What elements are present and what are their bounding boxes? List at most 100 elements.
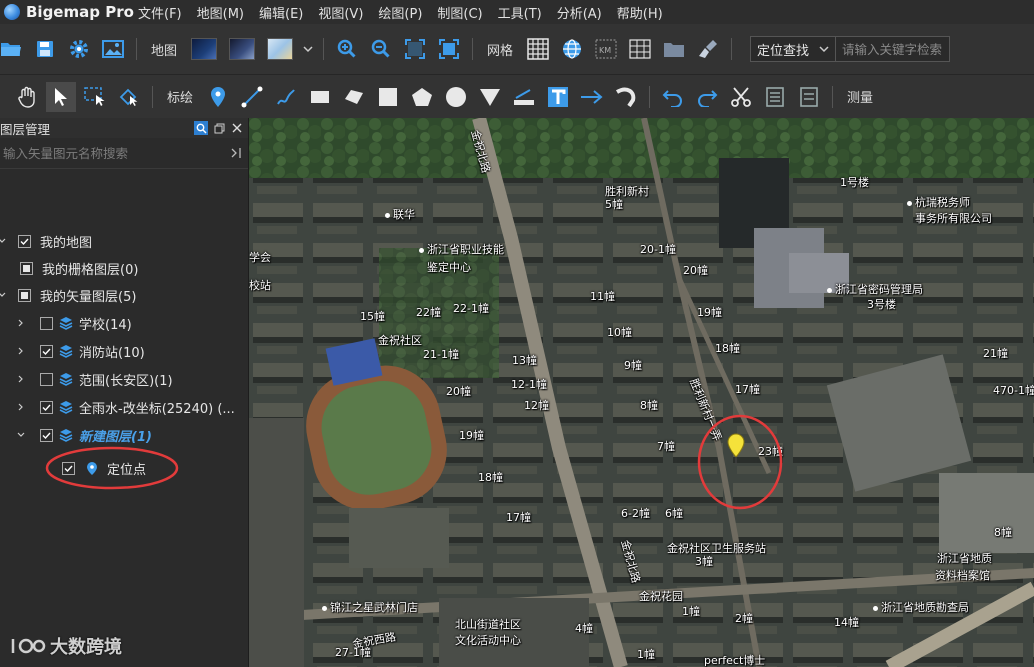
tree-node-schools[interactable]: 学校(14) xyxy=(0,312,248,334)
expand-chevron-right-icon[interactable] xyxy=(16,374,26,384)
globe-grid-icon[interactable] xyxy=(557,34,587,64)
map-label: 浙江省职业技能 xyxy=(419,241,504,257)
collapse-panel-icon[interactable] xyxy=(230,147,242,159)
draw-line-icon[interactable] xyxy=(237,82,267,112)
clear-brush-icon[interactable] xyxy=(693,34,723,64)
undo-icon[interactable] xyxy=(658,82,688,112)
cut-scissors-icon[interactable] xyxy=(726,82,756,112)
map-label: 6幢 xyxy=(665,507,683,520)
map-label: 20-1幢 xyxy=(640,243,676,256)
menu-draw[interactable]: 绘图(P) xyxy=(378,3,422,22)
map-canvas[interactable]: 金祝北路 胜利新村 5幢 1号楼 杭瑞税务师 事务所有限公司 联华 浙江省职业技… xyxy=(249,118,1034,667)
panel-float-icon[interactable] xyxy=(212,121,226,135)
layer-stack-icon xyxy=(59,429,73,442)
map-label: 17幢 xyxy=(506,511,531,524)
layer-checkbox[interactable] xyxy=(40,316,53,330)
map-thumbnail-satellite-2[interactable] xyxy=(229,38,256,60)
copy-attributes-icon[interactable] xyxy=(760,82,790,112)
save-icon[interactable] xyxy=(30,34,60,64)
expand-chevron-icon[interactable] xyxy=(0,290,7,300)
layer-panel-title: 图层管理 xyxy=(0,121,51,137)
tree-node-raster-layers[interactable]: 我的栅格图层(0) xyxy=(0,257,248,279)
tree-node-label: 全雨水-改坐标(25240) (... xyxy=(79,401,235,417)
map-thumbnail-satellite-1[interactable] xyxy=(191,38,218,60)
search-input[interactable] xyxy=(836,36,951,62)
menu-cartography[interactable]: 制图(C) xyxy=(437,3,482,22)
draw-rectangle-icon[interactable] xyxy=(305,82,335,112)
expand-chevron-right-icon[interactable] xyxy=(16,318,26,328)
folder-grid-icon[interactable] xyxy=(659,34,689,64)
expand-chevron-right-icon[interactable] xyxy=(16,402,26,412)
map-thumbnail-street[interactable] xyxy=(267,38,294,60)
tree-node-rainwater[interactable]: 全雨水-改坐标(25240) (... xyxy=(0,396,248,418)
panel-close-icon[interactable] xyxy=(230,121,244,135)
draw-polygon-icon[interactable] xyxy=(339,82,369,112)
tree-node-range[interactable]: 范围(长安区)(1) xyxy=(0,368,248,390)
tree-node-fire-stations[interactable]: 消防站(10) xyxy=(0,340,248,362)
layer-checkbox[interactable] xyxy=(18,288,31,302)
toolbar-separator xyxy=(832,85,834,108)
menu-help[interactable]: 帮助(H) xyxy=(617,3,663,22)
km-grid-icon[interactable]: KM xyxy=(591,34,621,64)
draw-arrow-icon[interactable] xyxy=(577,82,607,112)
map-label: 21幢 xyxy=(983,347,1008,360)
panel-search-icon[interactable] xyxy=(194,121,208,135)
draw-freehand-line-icon[interactable] xyxy=(271,82,301,112)
tree-node-label: 我的地图 xyxy=(40,235,93,251)
layer-checkbox[interactable] xyxy=(20,261,33,275)
layer-search-bar xyxy=(0,138,248,169)
map-label: 校站 xyxy=(249,279,271,292)
grid-icon[interactable] xyxy=(523,34,553,64)
mapsheet-grid-icon[interactable] xyxy=(625,34,655,64)
redo-icon[interactable] xyxy=(692,82,722,112)
menu-map[interactable]: 地图(M) xyxy=(197,3,244,22)
zoom-out-icon[interactable] xyxy=(366,34,396,64)
draw-curve-arrow-icon[interactable] xyxy=(611,82,641,112)
tree-node-label: 我的矢量图层(5) xyxy=(40,289,137,305)
map-label: 锦江之星武林门店 xyxy=(322,599,418,615)
edit-shape-icon[interactable] xyxy=(114,82,144,112)
select-arrow-icon[interactable] xyxy=(46,81,76,112)
open-folder-icon[interactable] xyxy=(0,34,26,64)
zoom-to-extent-icon[interactable] xyxy=(400,34,430,64)
menu-edit[interactable]: 编辑(E) xyxy=(259,3,303,22)
settings-gear-icon[interactable] xyxy=(64,34,94,64)
box-select-icon[interactable] xyxy=(80,82,110,112)
expand-chevron-right-icon[interactable] xyxy=(16,346,26,356)
expand-chevron-icon[interactable] xyxy=(0,236,7,246)
map-label: 20幢 xyxy=(683,264,708,277)
layer-checkbox[interactable] xyxy=(40,400,53,414)
zoom-in-icon[interactable] xyxy=(332,34,362,64)
map-source-dropdown-chevron-down-icon[interactable] xyxy=(301,34,315,64)
map-label: 470-1幢 xyxy=(993,384,1034,397)
map-label: 8幢 xyxy=(994,526,1012,539)
map-label: 浙江省密码管理局 xyxy=(827,281,923,297)
layer-checkbox[interactable] xyxy=(40,372,53,386)
pan-hand-icon[interactable] xyxy=(12,82,42,112)
search-mode-dropdown[interactable]: 定位查找 xyxy=(750,36,837,62)
full-extent-icon[interactable] xyxy=(434,34,464,64)
draw-sector-icon[interactable] xyxy=(475,82,505,112)
draw-text-icon[interactable] xyxy=(543,82,573,112)
layer-checkbox[interactable] xyxy=(40,428,53,442)
menu-file[interactable]: 文件(F) xyxy=(138,3,182,22)
menu-tools[interactable]: 工具(T) xyxy=(498,3,542,22)
tree-node-new-layer[interactable]: 新建图层(1) xyxy=(0,424,248,446)
expand-chevron-icon[interactable] xyxy=(16,430,26,440)
attribute-table-icon[interactable] xyxy=(794,82,824,112)
draw-circle-icon[interactable] xyxy=(441,82,471,112)
toolbar-separator xyxy=(136,38,137,60)
measure-ruler-icon[interactable] xyxy=(509,82,539,112)
tree-node-vector-layers[interactable]: 我的矢量图层(5) xyxy=(0,284,248,306)
layer-checkbox[interactable] xyxy=(40,344,53,358)
layer-checkbox[interactable] xyxy=(18,234,31,248)
draw-square-icon[interactable] xyxy=(373,82,403,112)
tree-node-my-map[interactable]: 我的地图 xyxy=(0,230,248,252)
draw-pentagon-icon[interactable] xyxy=(407,82,437,112)
image-export-icon[interactable] xyxy=(98,34,128,64)
toolbar-separator xyxy=(731,38,733,60)
layer-search-input[interactable] xyxy=(0,144,230,162)
menu-analysis[interactable]: 分析(A) xyxy=(557,3,602,22)
menu-view[interactable]: 视图(V) xyxy=(318,3,363,22)
draw-point-pin-icon[interactable] xyxy=(203,82,233,112)
